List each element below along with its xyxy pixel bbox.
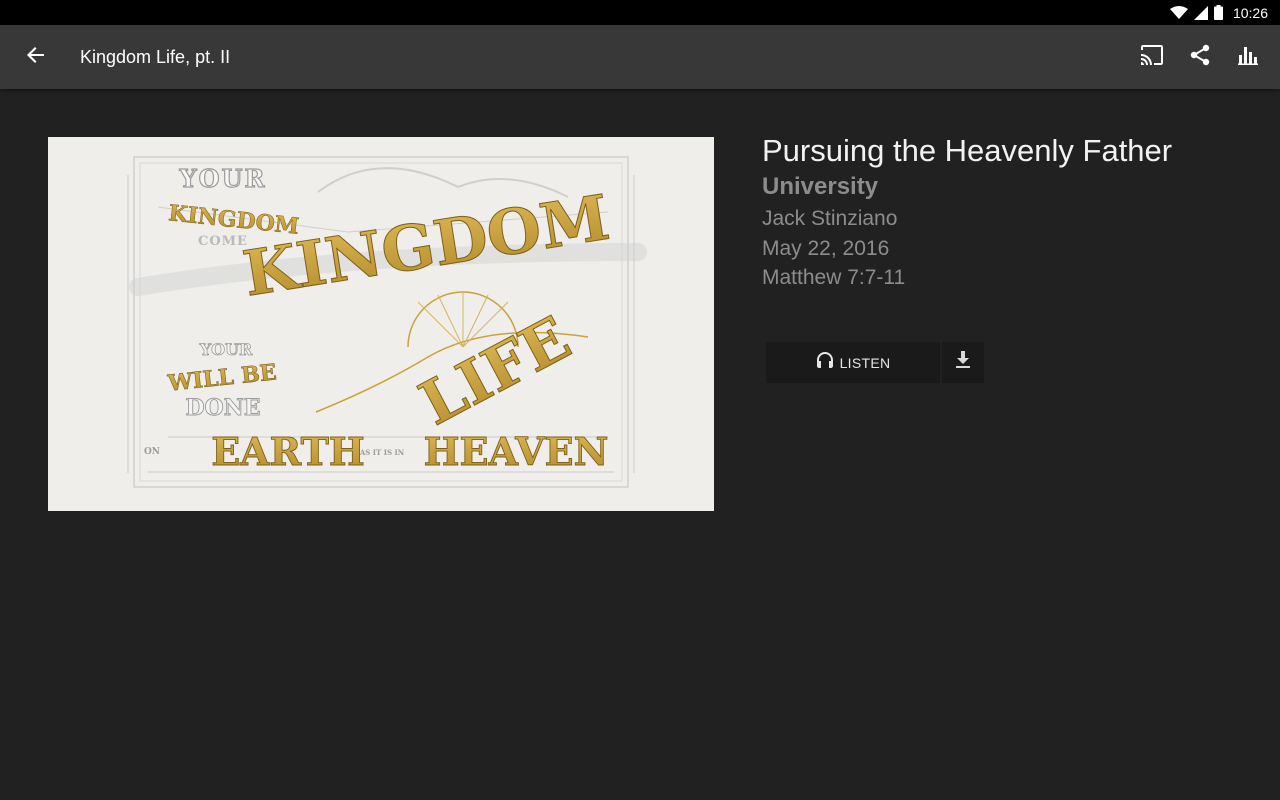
download-button[interactable] xyxy=(942,342,984,383)
wifi-icon xyxy=(1169,5,1188,20)
toolbar-actions xyxy=(1128,33,1272,81)
page-title: Kingdom Life, pt. II xyxy=(80,47,231,67)
listen-label: LISTEN xyxy=(839,354,891,371)
cast-button[interactable] xyxy=(1128,33,1176,81)
back-button[interactable] xyxy=(12,33,60,81)
sermon-details: Pursuing the Heavenly Father University … xyxy=(762,132,1242,293)
status-icons: 10:26 xyxy=(1169,0,1268,25)
equalizer-button[interactable] xyxy=(1224,33,1272,81)
sermon-passage: Matthew 7:7-11 xyxy=(762,266,906,289)
clock: 10:26 xyxy=(1232,4,1268,21)
share-button[interactable] xyxy=(1176,33,1224,81)
sermon-speaker: Jack Stinziano xyxy=(762,207,898,230)
art-text-heaven: HEAVEN xyxy=(424,429,609,474)
share-icon xyxy=(1188,43,1212,72)
media-buttons: LISTEN xyxy=(766,342,984,383)
artwork-illustration: YOUR KINGDOM COME KINGDOM LIFE YOUR WILL… xyxy=(48,137,714,511)
headphones-icon xyxy=(816,351,834,374)
art-text-earth: EARTH xyxy=(211,429,365,474)
art-text-as-it-is-in: AS IT IS IN xyxy=(359,448,405,457)
art-text-on: ON xyxy=(144,447,160,457)
cast-icon xyxy=(1140,44,1164,70)
download-icon xyxy=(955,351,971,374)
listen-button[interactable]: LISTEN xyxy=(766,342,940,383)
app-bar: Kingdom Life, pt. II xyxy=(0,25,1280,89)
art-text-your: YOUR xyxy=(179,164,267,193)
equalizer-icon xyxy=(1238,45,1258,70)
sermon-title: Pursuing the Heavenly Father xyxy=(762,133,1173,168)
art-text-done: DONE xyxy=(185,395,260,421)
signal-icon xyxy=(1193,5,1208,20)
sermon-date: May 22, 2016 xyxy=(762,236,890,260)
art-text-your-2: YOUR xyxy=(199,340,253,359)
status-bar: 10:26 xyxy=(0,0,1280,25)
arrow-back-icon xyxy=(26,45,46,70)
sermon-series: University xyxy=(762,173,879,200)
sermon-artwork: YOUR KINGDOM COME KINGDOM LIFE YOUR WILL… xyxy=(48,137,714,511)
battery-icon xyxy=(1213,5,1223,20)
